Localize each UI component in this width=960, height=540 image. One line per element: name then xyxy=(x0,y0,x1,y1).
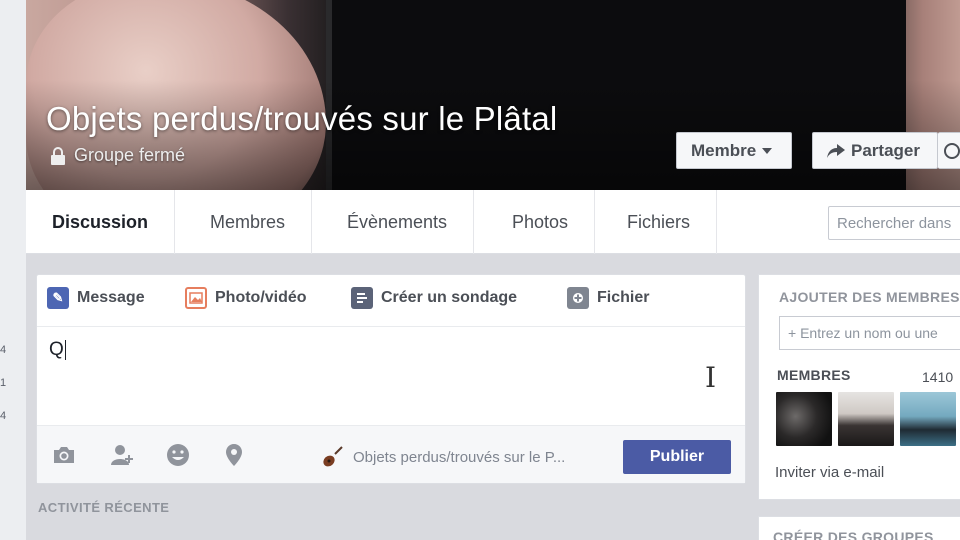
create-groups-panel: CRÉER DES GROUPES xyxy=(758,516,960,540)
pencil-icon: ✎ xyxy=(47,287,69,309)
file-add-icon xyxy=(567,287,589,309)
add-member-input[interactable]: + Entrez un nom ou une xyxy=(779,316,960,350)
member-button[interactable]: Membre xyxy=(676,132,792,169)
more-icon xyxy=(944,142,960,159)
post-composer: ✎ Message Photo/vidéo Créer un sondage F… xyxy=(36,274,746,484)
group-privacy: Groupe fermé xyxy=(50,145,185,166)
emoji-icon[interactable] xyxy=(165,442,191,468)
guitar-icon xyxy=(323,446,343,467)
tab-events[interactable]: Évènements xyxy=(321,190,475,254)
create-groups-title: CRÉER DES GROUPES xyxy=(773,529,934,540)
text-caret xyxy=(64,339,66,360)
members-label[interactable]: MEMBRES xyxy=(777,367,851,383)
composer-tab-file-label: Fichier xyxy=(597,289,650,306)
share-button-label: Partager xyxy=(851,140,920,160)
group-nav-bar: Discussion Membres Évènements Photos Fic… xyxy=(26,190,960,254)
composer-tab-poll[interactable]: Créer un sondage xyxy=(351,287,517,309)
more-options-button[interactable] xyxy=(938,132,960,169)
tab-discussion[interactable]: Discussion xyxy=(26,190,176,254)
tab-files[interactable]: Fichiers xyxy=(601,190,718,254)
add-members-title: AJOUTER DES MEMBRES xyxy=(779,289,960,305)
left-gutter: 4 1 4 xyxy=(0,0,26,540)
members-count: 1410 xyxy=(922,369,954,385)
share-arrow-icon xyxy=(827,143,845,158)
location-pin-icon[interactable] xyxy=(221,442,247,468)
composer-tabs: ✎ Message Photo/vidéo Créer un sondage F… xyxy=(37,275,745,327)
composer-tab-poll-label: Créer un sondage xyxy=(381,289,518,306)
members-panel: AJOUTER DES MEMBRES + Entrez un nom ou u… xyxy=(758,274,960,500)
composer-tab-photo-video-label: Photo/vidéo xyxy=(215,289,307,306)
camera-icon[interactable] xyxy=(51,442,77,468)
audience-label: Objets perdus/trouvés sur le P... xyxy=(353,448,566,466)
post-text-value: Q xyxy=(49,339,64,360)
tab-members[interactable]: Membres xyxy=(184,190,313,254)
text-cursor-icon: I xyxy=(705,361,717,394)
group-search-input[interactable]: Rechercher dans xyxy=(828,206,960,240)
composer-tab-message[interactable]: ✎ Message xyxy=(47,287,145,309)
recent-activity-heading: ACTIVITÉ RÉCENTE xyxy=(38,500,170,515)
audience-selector[interactable]: Objets perdus/trouvés sur le P... xyxy=(321,445,565,469)
post-text-input[interactable]: Q xyxy=(49,339,729,367)
gutter-number: 4 xyxy=(0,410,7,422)
group-cover-photo: Objets perdus/trouvés sur le Plâtal Grou… xyxy=(26,0,960,190)
composer-tab-photo-video[interactable]: Photo/vidéo xyxy=(185,287,307,309)
group-title[interactable]: Objets perdus/trouvés sur le Plâtal xyxy=(46,100,557,138)
member-avatar[interactable] xyxy=(900,392,956,446)
share-button[interactable]: Partager xyxy=(812,132,938,169)
composer-tab-file[interactable]: Fichier xyxy=(567,287,649,309)
member-button-label: Membre xyxy=(691,140,757,160)
composer-footer: Objets perdus/trouvés sur le P... Publie… xyxy=(37,425,745,483)
caret-down-icon xyxy=(762,147,773,154)
invite-by-email-link[interactable]: Inviter via e-mail xyxy=(775,464,884,481)
composer-tab-message-label: Message xyxy=(77,289,145,306)
publish-button[interactable]: Publier xyxy=(623,440,731,474)
member-avatar[interactable] xyxy=(776,392,832,446)
poll-icon xyxy=(351,287,373,309)
gutter-number: 4 xyxy=(0,344,7,356)
member-avatar[interactable] xyxy=(838,392,894,446)
gutter-number: 1 xyxy=(0,377,7,389)
group-privacy-label: Groupe fermé xyxy=(74,145,186,165)
photo-icon xyxy=(185,287,207,309)
tag-friends-icon[interactable] xyxy=(109,442,135,468)
lock-icon xyxy=(51,146,65,165)
tab-photos[interactable]: Photos xyxy=(486,190,596,254)
